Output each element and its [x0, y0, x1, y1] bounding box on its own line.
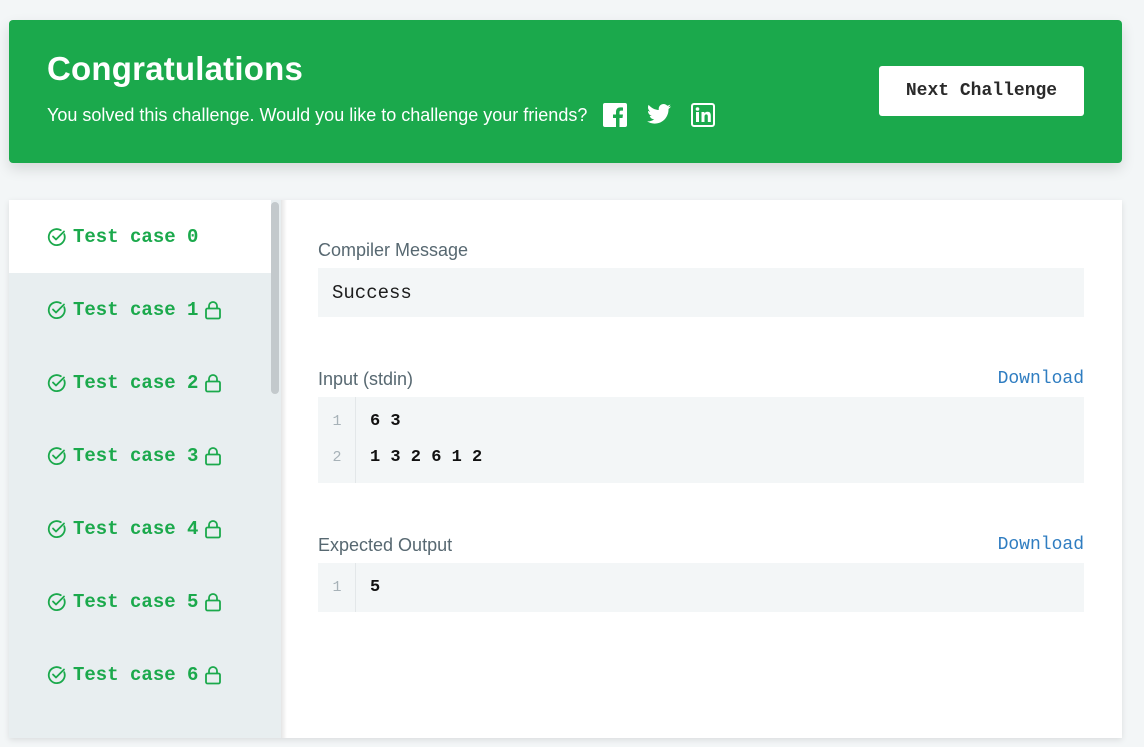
test-case-label: Test case 2 [73, 371, 199, 394]
test-case-label: Test case 1 [73, 298, 199, 321]
test-case-tab[interactable]: Test case 6 [9, 638, 271, 711]
results-panel: Test case 0 Test case 1 Test case 2 Test ca… [9, 200, 1122, 738]
banner-subtitle: You solved this challenge. Would you lik… [47, 104, 588, 125]
test-case-label: Test case 6 [73, 663, 199, 686]
code-line: 15 [318, 569, 1084, 605]
line-number: 1 [332, 412, 342, 430]
code-line: 2 1 3 2 6 1 2 [318, 439, 1084, 475]
check-circle-icon [47, 300, 67, 320]
check-circle-icon [47, 665, 67, 685]
code-line-text: 5 [370, 577, 381, 597]
test-case-label: Test case 4 [73, 517, 199, 540]
banner-title: Congratulations [47, 50, 303, 87]
input-code-box: 1 6 3 2 1 3 2 6 1 2 [318, 397, 1084, 483]
check-circle-icon [47, 227, 67, 247]
code-line: 1 6 3 [318, 403, 1084, 439]
expected-output-code-box: 15 [318, 563, 1084, 612]
expected-output-download-link[interactable]: Download [998, 535, 1084, 555]
lock-icon [204, 373, 222, 393]
check-circle-icon [47, 446, 67, 466]
linkedin-icon[interactable] [691, 103, 716, 127]
test-case-label: Test case 3 [73, 444, 199, 467]
test-case-label: Test case 5 [73, 590, 199, 613]
check-circle-icon [47, 592, 67, 612]
input-label: Input (stdin) [318, 369, 414, 389]
lock-icon [204, 665, 222, 685]
check-circle-icon [47, 373, 67, 393]
banner-subtitle-row: You solved this challenge. Would you lik… [47, 103, 735, 127]
compiler-message-label: Compiler Message [318, 240, 469, 260]
test-case-tab[interactable]: Test case 0 [9, 200, 281, 273]
lock-icon [204, 300, 222, 320]
input-download-link[interactable]: Download [998, 369, 1084, 389]
code-line-text: 6 3 [370, 411, 401, 431]
test-case-label: Test case 0 [73, 225, 199, 248]
test-case-tab[interactable]: Test case 2 [9, 346, 271, 419]
test-case-tab[interactable]: Test case 4 [9, 492, 271, 565]
success-banner: Congratulations You solved this challeng… [9, 20, 1122, 163]
compiler-message-text: Success [332, 281, 412, 304]
next-challenge-button[interactable]: Next Challenge [879, 66, 1084, 116]
facebook-icon[interactable] [603, 103, 628, 127]
expected-output-label: Expected Output [318, 535, 453, 555]
test-case-tab[interactable]: Test case 5 [9, 565, 271, 638]
check-circle-icon [47, 519, 67, 539]
code-line-text: 1 3 2 6 1 2 [370, 447, 483, 467]
lock-icon [204, 592, 222, 612]
line-number: 2 [332, 448, 342, 466]
line-number: 1 [332, 578, 342, 596]
lock-icon [204, 446, 222, 466]
test-case-tab[interactable]: Test case 3 [9, 419, 271, 492]
social-share-icons [603, 103, 735, 127]
test-case-tab[interactable]: Test case 1 [9, 273, 271, 346]
compiler-message-box: Success [318, 268, 1084, 317]
lock-icon [204, 519, 222, 539]
sidebar-scrollbar-thumb[interactable] [271, 202, 279, 394]
twitter-icon[interactable] [647, 103, 672, 127]
sidebar-divider-shadow [281, 200, 287, 738]
